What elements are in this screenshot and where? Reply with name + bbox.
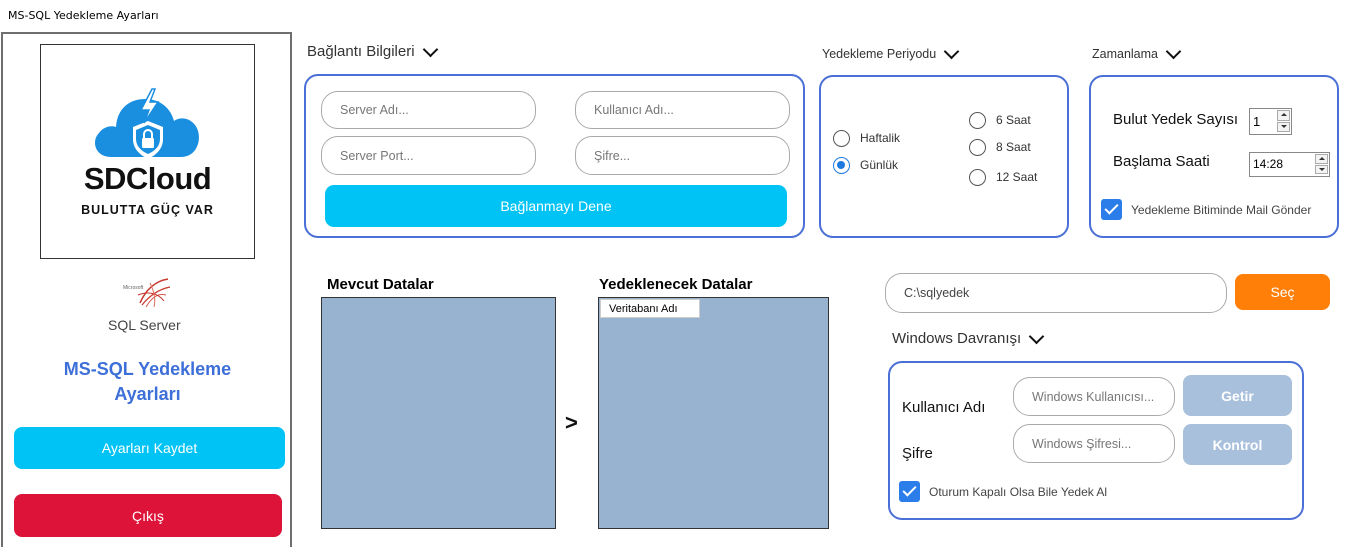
radio-daily-label: Günlük	[860, 158, 899, 172]
backup-data-list[interactable]: Veritabanı Adı	[598, 297, 829, 529]
cloud-count-stepper[interactable]: 1	[1249, 108, 1292, 135]
start-time-picker[interactable]: 14:28	[1249, 152, 1330, 177]
windows-header-label: Windows Davranışı	[892, 330, 1022, 347]
schedule-header-label: Zamanlama	[1092, 47, 1158, 61]
mail-checkbox[interactable]	[1101, 199, 1122, 220]
radio-6-hours-label: 6 Saat	[996, 113, 1031, 127]
cloud-count-label: Bulut Yedek Sayısı	[1113, 111, 1239, 128]
chevron-down-icon	[422, 41, 438, 57]
connection-header-label: Bağlantı Bilgileri	[307, 43, 415, 60]
cloud-count-value: 1	[1253, 114, 1261, 129]
password-input[interactable]: Şifre...	[575, 136, 790, 175]
spin-up-icon[interactable]	[1315, 154, 1328, 164]
period-group	[819, 75, 1069, 238]
cloud-shield-icon	[95, 88, 199, 159]
database-name-column-header[interactable]: Veritabanı Adı	[600, 299, 700, 318]
logo-tagline: BULUTTA GÜÇ VAR	[81, 203, 214, 217]
windows-password-label: Şifre	[902, 445, 933, 462]
spin-down-icon[interactable]	[1277, 121, 1290, 132]
logo-name: SDCloud	[83, 161, 212, 196]
radio-8-hours-label: 8 Saat	[996, 140, 1031, 154]
windows-header[interactable]: Windows Davranışı	[892, 328, 1045, 347]
schedule-header[interactable]: Zamanlama	[1092, 43, 1182, 61]
sql-brand: Microsoft	[123, 285, 144, 291]
server-name-input[interactable]: Server Adı...	[321, 91, 536, 129]
test-connection-button[interactable]: Bağlanmayı Dene	[325, 185, 787, 227]
offline-backup-checkbox[interactable]	[899, 481, 920, 502]
select-path-button[interactable]: Seç	[1235, 274, 1330, 310]
save-settings-button[interactable]: Ayarları Kaydet	[14, 427, 285, 469]
radio-12-hours[interactable]	[969, 169, 986, 186]
radio-6-hours[interactable]	[969, 112, 986, 129]
windows-user-label: Kullanıcı Adı	[902, 399, 986, 416]
radio-weekly-label: Haftalik	[860, 131, 901, 145]
chevron-down-icon	[943, 43, 960, 60]
backup-data-label: Yedeklenecek Datalar	[599, 276, 753, 293]
title-bar: MS-SQL Yedekleme Ayarları	[0, 0, 1347, 32]
period-header-label: Yedekleme Periyodu	[822, 47, 937, 61]
spin-up-icon[interactable]	[1277, 110, 1290, 121]
radio-12-hours-label: 12 Saat	[996, 170, 1038, 184]
windows-user-input[interactable]: Windows Kullanıcısı...	[1013, 377, 1175, 416]
mail-checkbox-label: Yedekleme Bitiminde Mail Gönder	[1131, 203, 1312, 217]
app-title: MS-SQL Yedekleme Ayarları	[63, 359, 232, 404]
radio-8-hours[interactable]	[969, 139, 986, 156]
connection-header[interactable]: Bağlantı Bilgileri	[307, 41, 438, 60]
chevron-down-icon	[1028, 328, 1045, 344]
radio-weekly[interactable]	[833, 130, 850, 147]
move-right-button[interactable]: >	[565, 410, 578, 436]
backup-path-input[interactable]: C:\sqlyedek	[885, 273, 1227, 313]
sql-product: SQL Server	[108, 317, 181, 333]
available-data-label: Mevcut Datalar	[327, 276, 434, 293]
server-port-input[interactable]: Server Port...	[321, 136, 536, 175]
exit-button[interactable]: Çıkış	[14, 494, 282, 537]
fetch-button[interactable]: Getir	[1183, 375, 1292, 416]
sdcloud-logo: SDCloud BULUTTA GÜÇ VAR	[40, 44, 255, 259]
windows-password-input[interactable]: Windows Şifresi...	[1013, 424, 1175, 463]
window-title: MS-SQL Yedekleme Ayarları	[8, 9, 159, 22]
username-input[interactable]: Kullanıcı Adı...	[575, 91, 790, 129]
chevron-down-icon	[1165, 43, 1182, 60]
start-time-label: Başlama Saati	[1113, 153, 1210, 170]
start-time-value: 14:28	[1253, 157, 1284, 171]
spin-down-icon[interactable]	[1315, 164, 1328, 174]
offline-backup-label: Oturum Kapalı Olsa Bile Yedek Al	[929, 485, 1108, 499]
period-header[interactable]: Yedekleme Periyodu	[822, 43, 960, 61]
available-data-list[interactable]	[321, 297, 556, 529]
check-button[interactable]: Kontrol	[1183, 424, 1292, 465]
radio-daily[interactable]	[833, 157, 850, 174]
sql-server-icon	[137, 278, 171, 308]
